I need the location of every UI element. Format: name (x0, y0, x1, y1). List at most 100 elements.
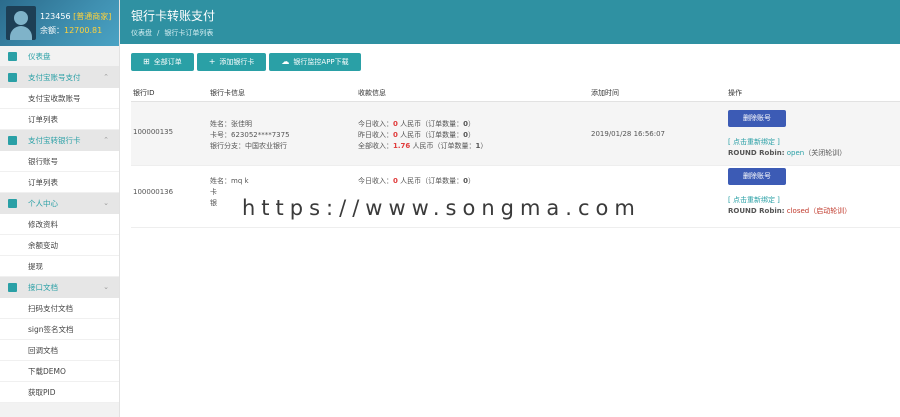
sidebar-item-alipay-accounts[interactable]: 支付宝收款账号 (0, 88, 119, 109)
sidebar-item-balance-log[interactable]: 余额变动 (0, 235, 119, 256)
sidebar-item-alipay-orders[interactable]: 订单列表 (0, 109, 119, 130)
income-info: 今日收入：0 人民币（订单数量：0） 昨日收入：0 人民币（订单数量：0） 全部… (358, 102, 591, 165)
delete-account-button[interactable]: 删除账号 (728, 110, 786, 127)
bank-id: 100000135 (133, 128, 174, 136)
sidebar-item-bank-accounts[interactable]: 银行账号 (0, 151, 119, 172)
profile-balance: 余额：12700.81 (40, 25, 102, 36)
breadcrumb-current: 银行卡订单列表 (164, 29, 214, 37)
watermark: https://www.songma.com (222, 195, 682, 222)
sidebar-item-label: 余额变动 (28, 241, 58, 250)
row-actions: 删除账号 [ 点击重新绑定 ] ROUND Robin: open（关闭轮训） (728, 102, 900, 165)
column-header-id: 银行ID (133, 89, 155, 97)
chevron-down-icon: ⌄ (103, 199, 109, 207)
card-number: 卡号：623052****7375 (210, 131, 290, 139)
bank-id: 100000136 (133, 188, 174, 196)
sidebar-item-label: 接口文档 (28, 283, 58, 292)
button-label: 添加银行卡 (219, 58, 255, 66)
toolbar: ⊞ 全部订单 + 添加银行卡 ☁ 银行监控APP下载 (131, 53, 361, 71)
round-robin-label: ROUND Robin: (728, 207, 785, 215)
income-unit: 人民币（订单数量： (410, 142, 476, 150)
avatar[interactable] (6, 6, 36, 40)
page-title: 银行卡转账支付 (131, 9, 216, 23)
card-holder-name: 姓名：张佳明 (210, 120, 252, 128)
rebind-link[interactable]: [ 点击重新绑定 ] (728, 195, 900, 206)
sidebar-item-label: 获取PID (28, 388, 56, 397)
round-robin-state: closed (786, 207, 810, 215)
paren-close: ） (480, 142, 488, 150)
sidebar-item-label: 订单列表 (28, 115, 58, 124)
round-robin-status: ROUND Robin: closed（启动轮训） (728, 206, 900, 217)
table-header: 银行ID 银行卡信息 收款信息 添加时间 操作 (131, 88, 900, 102)
balance-label: 余额： (40, 26, 64, 35)
sidebar-item-label: 支付宝转银行卡 (28, 136, 81, 145)
income-today: 今日收入：0 人民币（订单数量：0） (358, 176, 591, 187)
income-label: 今日收入： (358, 177, 393, 185)
rebind-link[interactable]: [ 点击重新绑定 ] (728, 137, 900, 148)
all-orders-button[interactable]: ⊞ 全部订单 (131, 53, 194, 71)
grid-icon: ⊞ (143, 57, 150, 66)
sidebar-item-label: 修改资料 (28, 220, 58, 229)
sidebar-item-sign-doc[interactable]: sign签名文档 (0, 319, 119, 340)
merchant-badge: [普通商家] (73, 12, 112, 21)
user-icon (8, 199, 17, 208)
sidebar-section-alipay[interactable]: 支付宝账号支付 ⌃ (0, 67, 119, 88)
sidebar-section-docs[interactable]: 接口文档 ⌄ (0, 277, 119, 298)
add-card-button[interactable]: + 添加银行卡 (196, 53, 267, 71)
doc-icon (8, 283, 17, 292)
button-label: 全部订单 (153, 58, 182, 66)
sidebar-item-label: 扫码支付文档 (28, 304, 73, 313)
sidebar-item-withdraw[interactable]: 提现 (0, 256, 119, 277)
balance-value: 12700.81 (64, 26, 103, 35)
table-row: 100000135 姓名：张佳明 卡号：623052****7375 银行分支：… (131, 102, 900, 166)
sidebar-item-dashboard[interactable]: 仪表盘 (0, 46, 119, 67)
sidebar-nav: 仪表盘 支付宝账号支付 ⌃ 支付宝收款账号 订单列表 支付宝转银行卡 ⌃ 银行账号 … (0, 46, 119, 403)
column-header-actions: 操作 (728, 89, 742, 97)
chevron-down-icon: ⌄ (103, 283, 109, 291)
bank-icon (8, 136, 17, 145)
income-label: 昨日收入： (358, 131, 393, 139)
sidebar-item-label: 银行账号 (28, 157, 58, 166)
row-actions: 删除账号 [ 点击重新绑定 ] ROUND Robin: closed（启动轮训… (728, 166, 900, 227)
income-label: 全部收入： (358, 142, 393, 150)
alipay-icon (8, 73, 17, 82)
sidebar-item-bank-orders[interactable]: 订单列表 (0, 172, 119, 193)
breadcrumb-dashboard[interactable]: 仪表盘 (131, 29, 152, 37)
sidebar-item-edit-profile[interactable]: 修改资料 (0, 214, 119, 235)
column-header-card-info: 银行卡信息 (210, 89, 245, 97)
sidebar-item-get-pid[interactable]: 获取PID (0, 382, 119, 403)
paren-close: ） (467, 177, 475, 185)
sidebar-item-label: 个人中心 (28, 199, 58, 208)
chevron-up-icon: ⌃ (103, 136, 109, 144)
round-robin-toggle[interactable]: （启动轮训） (809, 207, 851, 215)
download-app-button[interactable]: ☁ 银行监控APP下载 (269, 53, 361, 71)
sidebar: 123456 [普通商家] 余额：12700.81 仪表盘 支付宝账号支付 ⌃ 支… (0, 0, 120, 417)
income-unit: 人民币（订单数量： (397, 131, 464, 139)
income-amount: 1.76 (393, 142, 411, 150)
income-unit: 人民币（订单数量： (397, 177, 464, 185)
sidebar-item-label: 下载DEMO (28, 367, 66, 376)
income-total: 全部收入：1.76 人民币（订单数量：1） (358, 141, 591, 152)
income-unit: 人民币（订单数量： (397, 120, 464, 128)
paren-close: ） (467, 120, 475, 128)
cloud-download-icon: ☁ (281, 57, 290, 66)
sidebar-item-label: 提现 (28, 262, 43, 271)
sidebar-item-label: 支付宝收款账号 (28, 94, 81, 103)
sidebar-item-label: 订单列表 (28, 178, 58, 187)
sidebar-item-download-demo[interactable]: 下载DEMO (0, 361, 119, 382)
sidebar-item-label: 回调文档 (28, 346, 58, 355)
sidebar-section-profile[interactable]: 个人中心 ⌄ (0, 193, 119, 214)
page-header: 银行卡转账支付 仪表盘 / 银行卡订单列表 (120, 0, 900, 44)
breadcrumb: 仪表盘 / 银行卡订单列表 (131, 28, 213, 38)
dashboard-icon (8, 52, 17, 61)
sidebar-item-label: 支付宝账号支付 (28, 73, 81, 82)
column-header-income: 收款信息 (358, 89, 386, 97)
username: 123456 (40, 12, 71, 21)
round-robin-toggle[interactable]: （关闭轮训） (804, 149, 846, 157)
sidebar-item-callback-doc[interactable]: 回调文档 (0, 340, 119, 361)
delete-account-button[interactable]: 删除账号 (728, 168, 786, 185)
profile-panel: 123456 [普通商家] 余额：12700.81 (0, 0, 119, 46)
sidebar-item-scan-doc[interactable]: 扫码支付文档 (0, 298, 119, 319)
card-holder-name: 姓名：mq k (210, 177, 249, 185)
income-label: 今日收入： (358, 120, 393, 128)
sidebar-section-bank[interactable]: 支付宝转银行卡 ⌃ (0, 130, 119, 151)
